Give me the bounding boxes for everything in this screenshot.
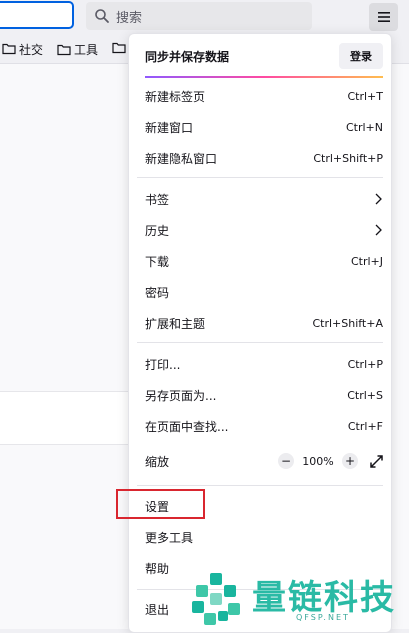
menu-item-new-tab[interactable]: 新建标签页 Ctrl+T [129,81,391,111]
menu-item-label: 新建隐私窗口 [145,151,218,166]
folder-icon [57,44,71,56]
zoom-in-button[interactable]: + [342,453,358,469]
watermark-text: 量链科技 [252,578,396,618]
menu-separator [137,485,383,486]
menu-item-label: 书签 [145,192,170,207]
menu-item-label: 另存页面为... [145,388,217,403]
chevron-right-icon [373,223,383,237]
menu-item-label: 历史 [145,223,170,238]
menu-item-shortcut: Ctrl+P [347,357,383,371]
menu-item-new-window[interactable]: 新建窗口 Ctrl+N [129,112,391,142]
app-menu-panel: 同步并保存数据 登录 新建标签页 Ctrl+T 新建窗口 Ctrl+N 新建隐私… [128,33,392,633]
menu-separator [137,177,383,178]
menu-item-label: 新建窗口 [145,120,194,135]
zoom-reset-button[interactable]: 100% [294,455,342,468]
menu-item-bookmarks[interactable]: 书签 [129,184,391,214]
menu-item-label: 在页面中查找... [145,419,229,434]
menu-item-shortcut: Ctrl+F [347,419,383,433]
bookmark-folder-tools[interactable]: 工具 [57,41,98,58]
folder-icon [112,42,126,54]
menu-item-find-in-page[interactable]: 在页面中查找... Ctrl+F [129,411,391,441]
menu-item-shortcut: Ctrl+Shift+A [312,316,383,330]
menu-item-print[interactable]: 打印... Ctrl+P [129,349,391,379]
search-icon [95,9,109,23]
menu-item-shortcut: Ctrl+T [347,89,383,103]
menu-item-label: 退出 [145,602,170,617]
zoom-controls: − 100% + [278,453,383,469]
search-box[interactable]: 搜索 [86,2,312,30]
browser-toolbar: 搜索 [0,0,409,34]
menu-item-history[interactable]: 历史 [129,215,391,245]
menu-item-label: 更多工具 [145,530,194,545]
sync-row: 同步并保存数据 登录 [145,40,383,72]
zoom-out-button[interactable]: − [278,453,294,469]
bookmark-label: 工具 [74,43,99,57]
settings-highlight-annotation [116,489,205,519]
menu-item-zoom: 缩放 − 100% + [129,446,391,476]
content-card [0,391,140,445]
app-menu-button[interactable] [369,3,398,31]
menu-item-label: 新建标签页 [145,89,206,104]
search-placeholder: 搜索 [116,10,143,26]
menu-item-downloads[interactable]: 下载 Ctrl+J [129,246,391,276]
bookmark-folder-partial[interactable] [112,41,129,54]
hamburger-icon [377,12,390,22]
menu-item-label: 下载 [145,254,170,269]
menu-separator [137,342,383,343]
url-bar[interactable] [0,1,74,29]
menu-item-shortcut: Ctrl+N [345,120,383,134]
login-button[interactable]: 登录 [339,43,383,69]
menu-item-shortcut: Ctrl+Shift+P [313,151,383,165]
fullscreen-icon[interactable] [370,454,383,468]
menu-item-new-private-window[interactable]: 新建隐私窗口 Ctrl+Shift+P [129,143,391,173]
menu-item-shortcut: Ctrl+S [347,388,383,402]
accent-divider [145,76,383,78]
menu-item-label: 扩展和主题 [145,316,206,331]
menu-item-more-tools[interactable]: 更多工具 [129,522,391,552]
menu-item-shortcut: Ctrl+J [350,254,383,268]
watermark-logo-icon [192,573,240,625]
menu-item-label: 缩放 [145,454,170,469]
watermark-subtext: QFSP.NET [296,613,350,622]
chevron-right-icon [373,192,383,206]
menu-item-passwords[interactable]: 密码 [129,277,391,307]
menu-item-addons-themes[interactable]: 扩展和主题 Ctrl+Shift+A [129,308,391,338]
menu-item-label: 帮助 [145,561,170,576]
menu-item-save-page[interactable]: 另存页面为... Ctrl+S [129,380,391,410]
sync-title: 同步并保存数据 [145,49,230,64]
menu-item-label: 密码 [145,285,170,300]
bookmark-label: 社交 [19,43,44,57]
bookmark-folder-social[interactable]: 社交 [2,41,43,58]
menu-item-label: 打印... [145,357,181,372]
